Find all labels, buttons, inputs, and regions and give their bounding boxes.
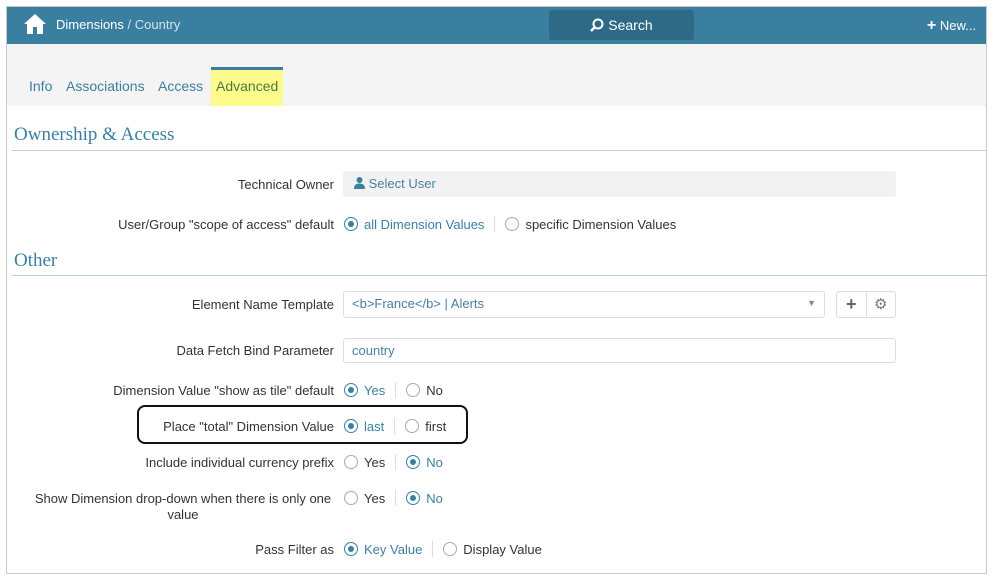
dropdown-label: Show Dimension drop-down when there is o… xyxy=(34,491,332,522)
dropdown-radio-group: Yes No xyxy=(344,490,443,506)
chevron-down-icon: ▼ xyxy=(807,298,816,308)
home-icon[interactable] xyxy=(23,13,47,35)
scope-label: User/Group "scope of access" default xyxy=(118,217,334,232)
total-place-radio-group: last first xyxy=(344,418,446,434)
radio-dropdown-no[interactable]: No xyxy=(406,491,443,506)
divider xyxy=(12,275,986,276)
breadcrumb: Dimensions / Country xyxy=(56,17,180,32)
radio-show-tile-yes[interactable]: Yes xyxy=(344,383,385,398)
new-button[interactable]: + New... xyxy=(927,17,976,35)
element-name-value: <b>France</b> | Alerts xyxy=(352,296,485,311)
tab-info[interactable]: Info xyxy=(29,78,52,94)
section-ownership-title: Ownership & Access xyxy=(14,124,175,145)
pass-filter-radio-group: Key Value Display Value xyxy=(344,541,542,557)
user-icon xyxy=(354,177,365,189)
plus-icon: + xyxy=(845,294,857,314)
radio-display-value[interactable]: Display Value xyxy=(443,542,542,557)
radio-currency-no[interactable]: No xyxy=(406,455,443,470)
select-user-label: Select User xyxy=(368,176,436,191)
settings-button[interactable]: ⚙ xyxy=(867,292,896,317)
radio-all-dimension-values[interactable]: all Dimension Values xyxy=(344,217,484,232)
bind-param-input[interactable] xyxy=(343,338,896,363)
tab-access[interactable]: Access xyxy=(158,78,203,94)
radio-dropdown-yes[interactable]: Yes xyxy=(344,491,385,506)
show-tile-label: Dimension Value "show as tile" default xyxy=(113,383,334,398)
search-icon xyxy=(590,18,604,32)
top-bar: Dimensions / Country Search + New... xyxy=(7,7,986,44)
technical-owner-label: Technical Owner xyxy=(237,177,334,192)
element-name-label: Element Name Template xyxy=(191,297,334,312)
radio-key-value[interactable]: Key Value xyxy=(344,542,422,557)
divider xyxy=(12,150,986,151)
template-actions: + ⚙ xyxy=(836,291,896,318)
select-user-button[interactable]: Select User xyxy=(343,171,896,197)
add-button[interactable]: + xyxy=(837,292,867,317)
bind-param-label: Data Fetch Bind Parameter xyxy=(176,343,334,358)
section-other-title: Other xyxy=(14,250,58,271)
scope-radio-group: all Dimension Values specific Dimension … xyxy=(344,216,676,232)
tab-associations[interactable]: Associations xyxy=(66,78,145,94)
currency-label: Include individual currency prefix xyxy=(145,455,334,470)
radio-show-tile-no[interactable]: No xyxy=(406,383,443,398)
radio-currency-yes[interactable]: Yes xyxy=(344,455,385,470)
tab-bar: Info Associations Access Advanced xyxy=(7,44,986,106)
breadcrumb-sep: / xyxy=(123,17,135,32)
total-place-label: Place "total" Dimension Value xyxy=(163,419,334,434)
currency-radio-group: Yes No xyxy=(344,454,443,470)
tab-advanced[interactable]: Advanced xyxy=(211,67,284,106)
gear-icon: ⚙ xyxy=(874,296,888,313)
breadcrumb-dimensions[interactable]: Dimensions xyxy=(56,17,124,32)
show-tile-radio-group: Yes No xyxy=(344,382,443,398)
element-name-select[interactable]: <b>France</b> | Alerts ▼ xyxy=(343,291,825,318)
search-label: Search xyxy=(608,17,653,33)
radio-total-last[interactable]: last xyxy=(344,419,384,434)
radio-specific-dimension-values[interactable]: specific Dimension Values xyxy=(505,217,676,232)
new-label: New... xyxy=(939,18,976,33)
plus-icon: + xyxy=(926,17,937,34)
radio-total-first[interactable]: first xyxy=(405,419,446,434)
search-button[interactable]: Search xyxy=(549,10,694,40)
pass-filter-label: Pass Filter as xyxy=(255,542,334,557)
breadcrumb-current: Country xyxy=(134,17,181,32)
